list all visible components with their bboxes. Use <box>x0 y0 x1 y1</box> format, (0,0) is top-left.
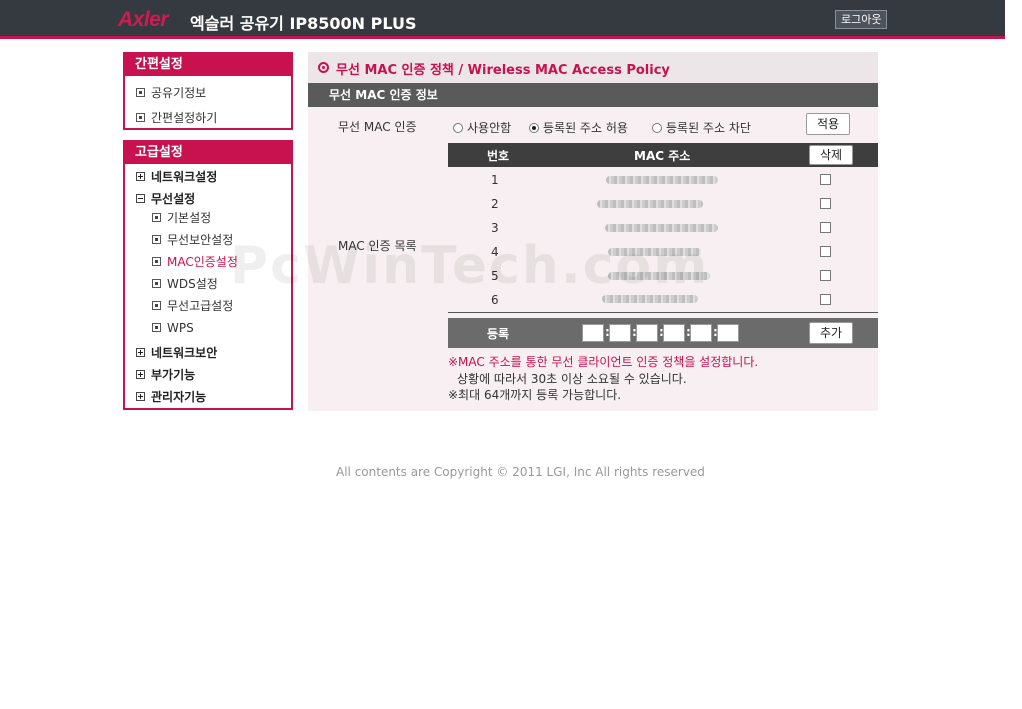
sidebar-item-basic[interactable]: 기본설정 <box>152 210 211 226</box>
sidebar-item-wireless-advanced[interactable]: 무선고급설정 <box>152 298 233 314</box>
register-bar: 등록 : : : : : 추가 <box>448 318 878 348</box>
footer-copyright: All contents are Copyright © 2011 LGI, I… <box>336 465 705 479</box>
table-row-num: 3 <box>491 221 499 235</box>
mac-octet-input-3[interactable] <box>636 324 658 342</box>
row-checkbox[interactable] <box>820 222 831 233</box>
redacted-mac-address <box>597 200 703 208</box>
mac-octet-input-2[interactable] <box>609 324 631 342</box>
bullet-box-icon <box>136 88 145 97</box>
expand-plus-icon <box>136 370 145 379</box>
note-limit: ※최대 64개까지 등록 가능합니다. <box>448 388 622 402</box>
row-checkbox[interactable] <box>820 198 831 209</box>
mac-octet-input-4[interactable] <box>663 324 685 342</box>
radio-block-registered[interactable]: 등록된 주소 차단 <box>652 119 751 135</box>
expand-plus-icon <box>136 172 145 181</box>
bullet-box-icon <box>152 323 161 332</box>
list-divider <box>448 312 878 313</box>
mac-octet-input-6[interactable] <box>717 324 739 342</box>
sidebar-item-network[interactable]: 네트워크설정 <box>136 169 217 185</box>
row-checkbox[interactable] <box>820 174 831 185</box>
top-header: Axler 엑슬러 공유기 IP8500N PLUS 로그아웃 <box>0 0 1005 36</box>
add-button[interactable]: 추가 <box>809 322 853 344</box>
mac-list-header: 번호 MAC 주소 삭제 <box>448 143 878 167</box>
product-title: 엑슬러 공유기 IP8500N PLUS <box>190 14 417 33</box>
radio-selected-icon <box>529 122 539 133</box>
bullet-box-icon <box>136 113 145 122</box>
bullet-box-icon <box>152 279 161 288</box>
redacted-mac-address <box>606 176 718 184</box>
apply-button[interactable]: 적용 <box>806 113 850 135</box>
expand-plus-icon <box>136 392 145 401</box>
page-title-bar: 무선 MAC 인증 정책 / Wireless MAC Access Polic… <box>308 52 878 83</box>
brand-logo: Axler <box>118 8 169 31</box>
section-title: 무선 MAC 인증 정보 <box>308 83 878 107</box>
table-row-num: 1 <box>491 173 499 187</box>
radio-allow-registered[interactable]: 등록된 주소 허용 <box>529 119 628 135</box>
bullet-box-icon <box>152 257 161 266</box>
sidebar-advanced-title: 고급설정 <box>125 142 291 164</box>
sidebar-item-router-info[interactable]: 공유기정보 <box>136 85 206 101</box>
radio-icon <box>652 122 662 133</box>
bullet-box-icon <box>152 213 161 222</box>
row-checkbox[interactable] <box>820 270 831 281</box>
radio-disabled[interactable]: 사용안함 <box>453 119 511 135</box>
redacted-mac-address <box>602 295 698 303</box>
delete-button[interactable]: 삭제 <box>809 145 853 165</box>
logout-button[interactable]: 로그아웃 <box>835 10 888 29</box>
sidebar-easy-setup: 간편설정 공유기정보 간편설정하기 <box>123 52 293 130</box>
sidebar-item-network-security[interactable]: 네트워크보안 <box>136 345 217 361</box>
sidebar-item-wds[interactable]: WDS설정 <box>152 276 218 292</box>
sidebar-item-easy-setup[interactable]: 간편설정하기 <box>136 110 217 126</box>
mac-octet-input-5[interactable] <box>690 324 712 342</box>
mac-octet-input-1[interactable] <box>582 324 604 342</box>
sidebar-item-admin[interactable]: 관리자기능 <box>136 389 206 405</box>
bullet-box-icon <box>152 301 161 310</box>
radio-icon <box>453 122 463 133</box>
watermark-text: PcWinTech.com <box>230 236 710 296</box>
collapse-minus-icon <box>136 194 145 203</box>
sidebar-item-extra[interactable]: 부가기능 <box>136 367 195 383</box>
note-delay: 상황에 따라서 30초 이상 소요될 수 있습니다. <box>457 372 687 386</box>
bullet-box-icon <box>152 235 161 244</box>
header-accent-line <box>0 36 1005 39</box>
sidebar-item-wireless-security[interactable]: 무선보안설정 <box>152 232 233 248</box>
note-policy: ※MAC 주소를 통한 무선 클라이언트 인증 정책을 설정합니다. <box>448 355 759 369</box>
sidebar-item-wireless[interactable]: 무선설정 <box>136 191 195 207</box>
sidebar-item-wps[interactable]: WPS <box>152 320 194 336</box>
col-header-num: 번호 <box>487 149 510 163</box>
row-checkbox[interactable] <box>820 294 831 305</box>
sidebar-item-mac-auth[interactable]: MAC인증설정 <box>152 254 238 270</box>
row-checkbox[interactable] <box>820 246 831 257</box>
main-content: 무선 MAC 인증 정책 / Wireless MAC Access Polic… <box>308 52 878 411</box>
col-header-mac: MAC 주소 <box>634 149 691 163</box>
page-title: 무선 MAC 인증 정책 / Wireless MAC Access Polic… <box>336 63 670 78</box>
table-row-num: 2 <box>491 197 499 211</box>
register-label: 등록 <box>487 327 510 341</box>
expand-plus-icon <box>136 348 145 357</box>
redacted-mac-address <box>605 224 718 232</box>
auth-mode-label: 무선 MAC 인증 <box>338 120 417 134</box>
target-circle-icon <box>318 62 329 73</box>
sidebar-easy-title: 간편설정 <box>125 54 291 76</box>
